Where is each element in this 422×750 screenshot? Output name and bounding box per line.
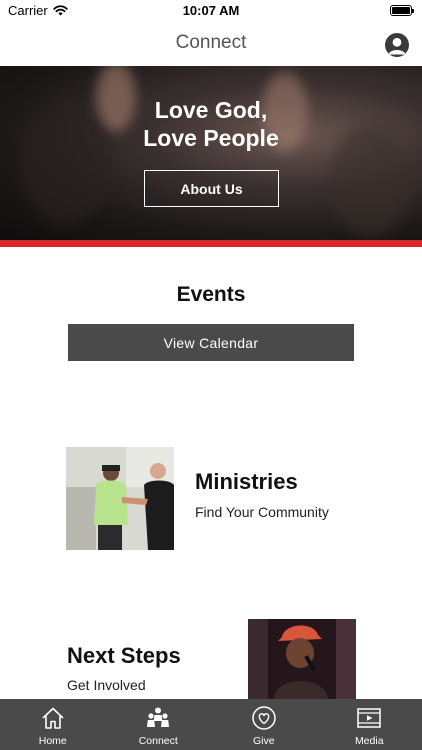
status-bar: Carrier 10:07 AM [0,0,422,22]
heart-circle-icon [252,706,276,730]
tab-connect[interactable]: Connect [106,699,212,750]
hero-accent-band [0,240,422,247]
next-steps-image [248,619,356,699]
ministries-heading[interactable]: Ministries [195,469,298,495]
tab-give[interactable]: Give [211,699,317,750]
ministries-image [66,447,174,550]
tab-home-label: Home [38,735,67,747]
hero-title: Love God, Love People [143,97,279,151]
tab-media-label: Media [354,735,384,747]
battery-icon [390,5,414,16]
person-circle-icon [388,37,406,55]
people-icon [147,707,170,727]
home-icon [42,707,64,729]
next-steps-subtitle[interactable]: Get Involved [67,677,146,693]
events-heading: Events [176,283,246,306]
next-steps-photo[interactable] [248,619,356,699]
profile-button[interactable] [385,33,409,57]
play-media-icon [357,708,381,728]
next-steps-heading[interactable]: Next Steps [67,643,181,669]
tab-bar: Home Connect Give Media [0,699,422,750]
status-time: 10:07 AM [182,3,240,18]
hero-banner: Love God, Love People About Us [0,66,422,240]
ministries-photo[interactable] [66,447,174,550]
view-calendar-button[interactable]: View Calendar [68,324,354,361]
page-title: Connect [175,32,247,53]
tab-home[interactable]: Home [0,699,106,750]
ministries-subtitle[interactable]: Find Your Community [195,504,329,520]
tab-media[interactable]: Media [317,699,422,750]
tab-connect-label: Connect [138,735,178,747]
navigation-bar: Connect [0,22,422,66]
tab-give-label: Give [252,735,275,747]
about-us-button[interactable]: About Us [144,170,279,207]
